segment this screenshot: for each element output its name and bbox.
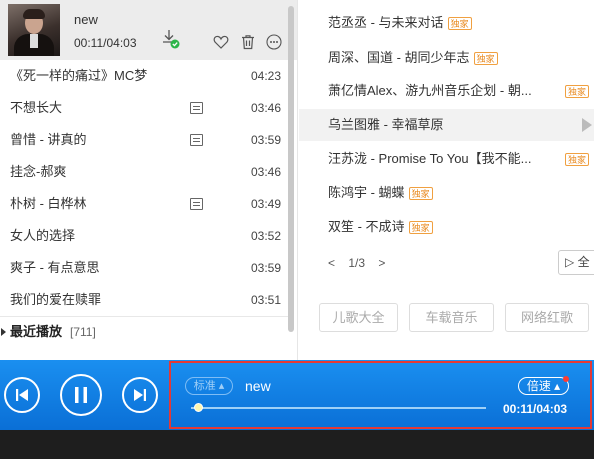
song-duration: 03:52: [251, 229, 282, 243]
exclusive-badge: 独家: [408, 221, 433, 235]
download-done-icon[interactable]: [162, 29, 180, 49]
previous-icon: [16, 389, 28, 401]
recommend-song[interactable]: 双笙 - 不成诗 独家: [328, 212, 433, 242]
pager: < 1/3 >: [328, 256, 395, 270]
song-duration: 04:23: [251, 69, 282, 83]
recommend-song[interactable]: 乌兰图雅 - 幸福草原: [328, 110, 444, 140]
mv-icon[interactable]: [190, 102, 203, 114]
scrollbar-thumb[interactable]: [288, 6, 294, 332]
recommend-title: 陈鸿宇 - 蝴蝶: [328, 185, 405, 200]
song-duration: 03:51: [251, 293, 282, 307]
song-duration: 03:49: [251, 197, 282, 211]
now-playing-title: new: [74, 12, 98, 27]
song-row[interactable]: 爽子 - 有点意思 03:59: [0, 252, 288, 284]
song-row[interactable]: 曾惜 - 讲真的 03:59: [0, 124, 288, 156]
song-title: 朴树 - 白桦林: [10, 196, 87, 211]
recent-count: [711]: [70, 325, 96, 339]
delete-icon[interactable]: [240, 34, 256, 50]
album-cover[interactable]: [8, 4, 60, 56]
music-app: new 00:11/04:03 《死一样的痛过》MC梦 04:23 不想长大 0…: [0, 0, 594, 459]
next-icon: [134, 389, 146, 401]
play-icon[interactable]: [582, 118, 592, 132]
playlist-panel: new 00:11/04:03 《死一样的痛过》MC梦 04:23 不想长大 0…: [0, 0, 298, 360]
song-row[interactable]: 我们的爱在赎罪 03:51: [0, 284, 288, 316]
recommend-title: 萧亿情Alex、游九州音乐企划 - 朝...: [328, 83, 532, 98]
pause-button[interactable]: [60, 374, 102, 416]
recommend-song[interactable]: 汪苏泷 - Promise To You【我不能... 独家: [328, 144, 590, 174]
exclusive-badge: 独家: [447, 17, 472, 31]
exclusive-badge: 独家: [473, 52, 498, 66]
recommend-title: 乌兰图雅 - 幸福草原: [328, 117, 444, 132]
song-row[interactable]: 《死一样的痛过》MC梦 04:23: [0, 60, 288, 92]
heart-icon[interactable]: [213, 34, 229, 50]
song-row[interactable]: 不想长大 03:46: [0, 92, 288, 124]
playlist-scrollbar[interactable]: [287, 0, 295, 332]
song-title: 曾惜 - 讲真的: [10, 132, 87, 147]
song-row[interactable]: 朴树 - 白桦林 03:49: [0, 188, 288, 220]
song-row[interactable]: 女人的选择 03:52: [0, 220, 288, 252]
recommend-title: 双笙 - 不成诗: [328, 219, 405, 234]
pause-icon: [75, 387, 87, 403]
recommend-song[interactable]: 周深、国道 - 胡同少年志 独家: [328, 43, 498, 73]
recent-section-header[interactable]: 最近播放 [711]: [0, 316, 288, 346]
exclusive-badge: 独家: [408, 187, 433, 201]
tag-button[interactable]: 网络红歌: [505, 303, 589, 332]
next-page-button[interactable]: >: [378, 256, 385, 270]
recent-label: 最近播放: [10, 324, 63, 339]
mv-icon[interactable]: [190, 134, 203, 146]
recommend-title: 范丞丞 - 与未来对话: [328, 15, 444, 30]
recommend-song[interactable]: 陈鸿宇 - 蝴蝶 独家: [328, 178, 433, 208]
tag-button[interactable]: 车载音乐: [409, 303, 494, 332]
exclusive-badge: 独家: [565, 85, 590, 98]
song-title: 挂念-郝爽: [10, 164, 67, 179]
previous-button[interactable]: [4, 377, 40, 413]
tag-button[interactable]: 儿歌大全: [319, 303, 398, 332]
play-all-button[interactable]: ▷ 全: [558, 250, 594, 275]
page-indicator: 1/3: [348, 256, 366, 270]
now-playing-row[interactable]: new 00:11/04:03: [0, 0, 297, 60]
song-title: 《死一样的痛过》MC梦: [10, 68, 148, 83]
mv-icon[interactable]: [190, 198, 203, 210]
song-title: 不想长大: [10, 100, 63, 115]
exclusive-badge: 独家: [565, 153, 590, 166]
highlight-box: [169, 361, 592, 429]
now-playing-time: 00:11/04:03: [74, 36, 137, 50]
song-duration: 03:59: [251, 133, 282, 147]
song-title: 女人的选择: [10, 228, 76, 243]
song-duration: 03:46: [251, 165, 282, 179]
song-duration: 03:46: [251, 101, 282, 115]
song-row[interactable]: 挂念-郝爽 03:46: [0, 156, 288, 188]
expand-arrow-icon: [1, 328, 6, 336]
next-button[interactable]: [122, 377, 158, 413]
recommend-song[interactable]: 范丞丞 - 与未来对话 独家: [328, 8, 472, 38]
prev-page-button[interactable]: <: [328, 256, 335, 270]
recommend-title: 汪苏泷 - Promise To You【我不能...: [328, 151, 532, 166]
song-title: 我们的爱在赎罪: [10, 292, 102, 307]
recommend-panel: 范丞丞 - 与未来对话 独家 周深、国道 - 胡同少年志 独家 萧亿情Alex、游九…: [299, 0, 594, 360]
song-title: 爽子 - 有点意思: [10, 260, 100, 275]
more-icon[interactable]: [266, 34, 282, 50]
recommend-song[interactable]: 萧亿情Alex、游九州音乐企划 - 朝... 独家: [328, 76, 590, 106]
song-list: 《死一样的痛过》MC梦 04:23 不想长大 03:46 曾惜 - 讲真的 03…: [0, 60, 288, 316]
song-duration: 03:59: [251, 261, 282, 275]
recommend-title: 周深、国道 - 胡同少年志: [328, 50, 470, 65]
bottom-strip: [0, 430, 594, 459]
